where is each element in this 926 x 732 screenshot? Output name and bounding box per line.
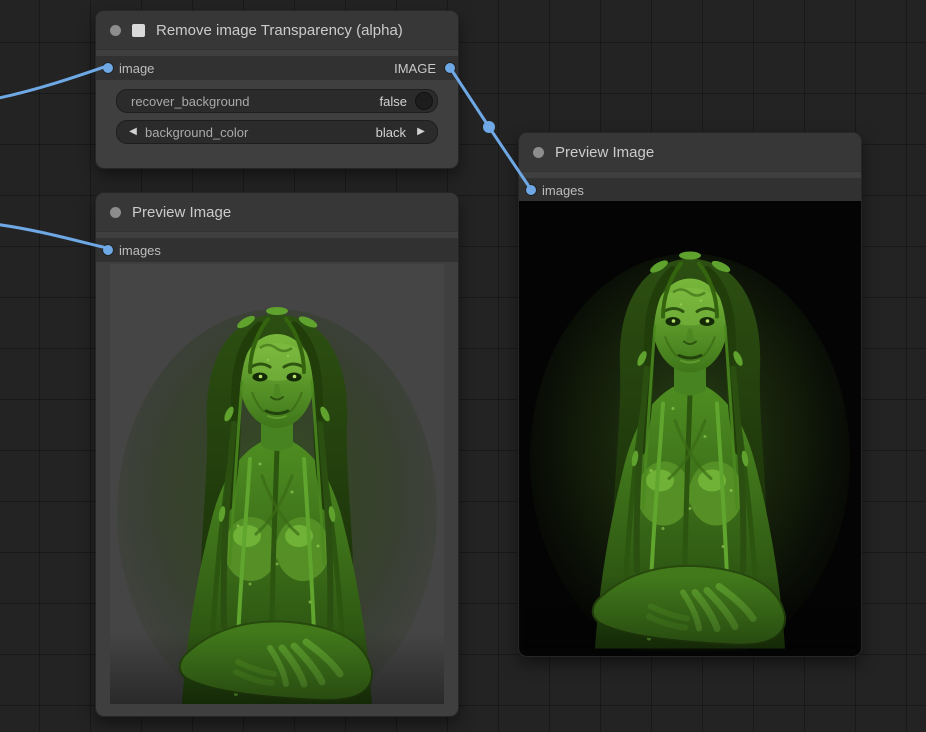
output-port-label: IMAGE xyxy=(394,61,436,76)
wire-reroute-dot[interactable] xyxy=(483,121,495,133)
port-row: images xyxy=(96,238,458,262)
preview-image xyxy=(110,264,444,704)
input-port-label: images xyxy=(119,243,161,258)
collapse-dot-icon[interactable] xyxy=(533,147,544,158)
node-title: Preview Image xyxy=(555,144,654,161)
port-row: images xyxy=(519,178,861,202)
collapse-dot-icon[interactable] xyxy=(110,207,121,218)
node-title: Preview Image xyxy=(132,204,231,221)
widget-value: false xyxy=(380,94,407,109)
node-remove-image-transparency[interactable]: Remove image Transparency (alpha) image … xyxy=(95,10,459,169)
input-port-label: images xyxy=(542,183,584,198)
node-header[interactable]: Preview Image xyxy=(96,193,458,232)
input-port-image[interactable] xyxy=(103,63,113,73)
toggle-knob[interactable] xyxy=(415,92,433,110)
node-preview-image-right[interactable]: Preview Image images xyxy=(518,132,862,657)
port-row: image IMAGE xyxy=(96,56,458,80)
widget-recover-background[interactable]: recover_background false xyxy=(116,89,438,113)
node-preview-image-left[interactable]: Preview Image images xyxy=(95,192,459,717)
node-header[interactable]: Preview Image xyxy=(519,133,861,172)
input-port-label: image xyxy=(119,61,154,76)
widget-label: background_color xyxy=(145,125,248,140)
widget-background-color[interactable]: ◀ background_color black ▶ xyxy=(116,120,438,144)
input-port-images[interactable] xyxy=(526,185,536,195)
node-canvas[interactable]: Remove image Transparency (alpha) image … xyxy=(0,0,926,732)
node-header[interactable]: Remove image Transparency (alpha) xyxy=(96,11,458,50)
wire-to-image-input xyxy=(0,66,107,99)
arrow-right-icon[interactable]: ▶ xyxy=(414,121,428,143)
widget-list: recover_background false ◀ background_co… xyxy=(96,80,458,144)
arrow-left-icon[interactable]: ◀ xyxy=(126,121,140,143)
collapse-dot-icon[interactable] xyxy=(110,25,121,36)
widget-value: black xyxy=(376,125,406,140)
output-port-image[interactable] xyxy=(445,63,455,73)
wire-to-preview-left-images xyxy=(0,224,107,248)
node-type-box-icon xyxy=(132,24,145,37)
preview-image xyxy=(519,201,861,656)
node-title: Remove image Transparency (alpha) xyxy=(156,22,403,39)
widget-label: recover_background xyxy=(131,94,250,109)
input-port-images[interactable] xyxy=(103,245,113,255)
